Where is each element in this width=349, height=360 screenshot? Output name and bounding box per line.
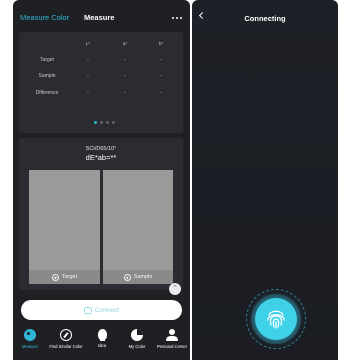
compass-icon xyxy=(60,329,72,341)
link-icon xyxy=(83,306,92,314)
tab-measure-color[interactable]: Measure Color xyxy=(20,13,69,22)
row-label-difference: Difference xyxy=(35,90,59,96)
nav-label: Find Similar Color xyxy=(49,344,83,349)
cell-target-l: - xyxy=(87,57,89,63)
double-chevron-up-icon: ⌃ xyxy=(172,285,178,292)
add-sample-button[interactable]: Sample xyxy=(103,270,173,284)
page-dot[interactable] xyxy=(112,121,115,124)
connect-button[interactable]: Connect xyxy=(21,300,182,320)
connect-scan-button[interactable] xyxy=(255,298,297,340)
nav-item-find-similar-color[interactable]: Find Similar Color xyxy=(49,329,83,349)
fingerprint-icon xyxy=(267,310,285,329)
nav-label: Measure xyxy=(21,344,39,349)
measure-screen: Measure Color Measure L* a* b* Target - … xyxy=(13,0,190,360)
delta-e-value: dE*ab=** xyxy=(85,153,117,162)
nav-item-measure[interactable]: Measure xyxy=(13,329,47,349)
more-icon[interactable] xyxy=(172,17,182,20)
column-header-a: a* xyxy=(122,41,128,46)
scroll-up-button[interactable]: ⌃ xyxy=(169,283,181,295)
row-label-sample: Sample xyxy=(38,73,56,79)
nav-item-personal-center[interactable]: Personal Center xyxy=(155,329,189,349)
page-dot[interactable] xyxy=(106,121,109,124)
cell-target-a: - xyxy=(124,57,126,63)
cell-difference-a: - xyxy=(124,90,126,96)
page-dot-active[interactable] xyxy=(94,121,97,124)
measurement-table-card: L* a* b* Target - - - Sample - - - Diffe… xyxy=(19,32,183,133)
cell-difference-b: - xyxy=(160,90,162,96)
tab-measure[interactable]: Measure xyxy=(84,13,114,22)
top-bar: Measure Color Measure xyxy=(13,8,190,28)
page-dot[interactable] xyxy=(100,121,103,124)
add-target-button[interactable]: Target xyxy=(29,270,100,284)
connect-label: Connect xyxy=(94,306,120,314)
column-header-l: L* xyxy=(85,41,91,46)
add-circle-icon xyxy=(123,273,131,281)
color-compare-card: SCI/D65/10° dE*ab=** Target Sample xyxy=(19,138,183,290)
cell-sample-l: - xyxy=(87,73,89,79)
row-label-target: Target xyxy=(40,57,54,63)
target-swatch[interactable]: Target xyxy=(29,170,100,284)
palette-icon xyxy=(24,329,36,341)
nav-item-idea[interactable]: Idea xyxy=(85,329,119,348)
person-icon xyxy=(166,329,178,341)
cell-difference-l: - xyxy=(87,90,89,96)
add-circle-icon xyxy=(51,273,59,281)
pie-chart-icon xyxy=(131,329,143,341)
bottom-nav: Measure Find Similar Color Idea My Color… xyxy=(13,326,190,360)
nav-item-my-color[interactable]: My Color xyxy=(120,329,154,349)
nav-label: My Color xyxy=(128,344,146,349)
bulb-icon xyxy=(97,329,107,341)
cell-sample-a: - xyxy=(124,73,126,79)
connecting-screen: Connecting xyxy=(192,0,338,360)
cell-sample-b: - xyxy=(160,73,162,79)
nav-label: Personal Center xyxy=(156,344,188,349)
page-title: Connecting xyxy=(244,14,286,23)
target-label: Target xyxy=(61,274,78,280)
page-indicator[interactable] xyxy=(94,121,115,124)
nav-label: Idea xyxy=(97,343,107,348)
column-header-b: b* xyxy=(158,41,164,46)
illuminant-label: SCI/D65/10° xyxy=(85,146,117,152)
sample-swatch[interactable]: Sample xyxy=(103,170,173,284)
cell-target-b: - xyxy=(160,57,162,63)
sample-label: Sample xyxy=(133,274,153,280)
